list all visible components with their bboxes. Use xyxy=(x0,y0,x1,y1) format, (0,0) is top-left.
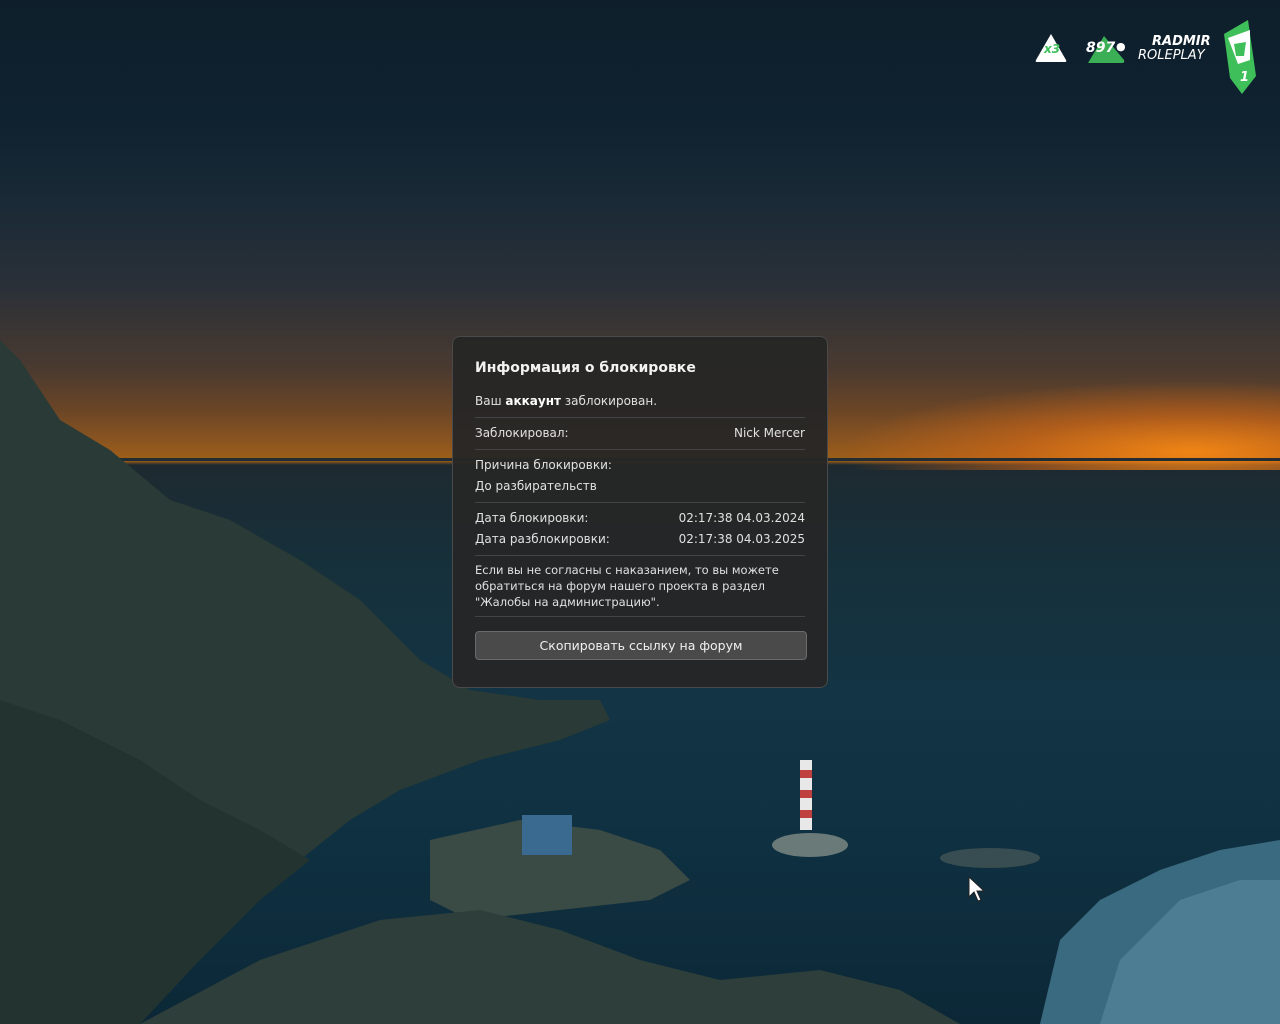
copy-forum-link-button[interactable]: Скопировать ссылку на форум xyxy=(475,631,807,660)
house xyxy=(522,815,572,855)
multiplier-badge: x3 xyxy=(1034,32,1068,66)
divider xyxy=(475,555,805,556)
blocked-by-label: Заблокировал: xyxy=(475,426,569,440)
logo-line2: ROLEPLAY xyxy=(1138,48,1205,63)
unban-date-row: Дата разблокировки: 02:17:38 04.03.2025 xyxy=(475,529,805,550)
lighthouse-rock xyxy=(772,833,848,857)
divider xyxy=(475,417,805,418)
divider xyxy=(475,449,805,450)
ban-date-value: 02:17:38 04.03.2024 xyxy=(678,511,805,525)
multiplier-text: x3 xyxy=(1044,42,1061,56)
divider xyxy=(475,616,805,617)
blocked-by-row: Заблокировал: Nick Mercer xyxy=(475,423,805,444)
dialog-title: Информация о блокировке xyxy=(475,360,696,376)
hud: x3 897 ● RADMIR ROLEPLAY 1 xyxy=(1034,20,1262,100)
unban-date-label: Дата разблокировки: xyxy=(475,532,610,546)
online-badge: 897 ● xyxy=(1086,34,1130,66)
logo-line1: RADMIR xyxy=(1152,34,1211,49)
radmir-logo: RADMIR ROLEPLAY 1 xyxy=(1138,20,1262,100)
ban-info-dialog: Информация о блокировке Ваш аккаунт забл… xyxy=(452,336,828,688)
ban-date-row: Дата блокировки: 02:17:38 04.03.2024 xyxy=(475,508,805,529)
ban-status: Ваш аккаунт заблокирован. xyxy=(475,394,658,408)
players-icon: ● xyxy=(1116,40,1126,53)
ban-date-label: Дата блокировки: xyxy=(475,511,589,525)
online-count: 897 xyxy=(1086,40,1116,56)
rocks xyxy=(940,848,1040,868)
mouse-cursor-icon xyxy=(968,876,986,902)
reason-label: Причина блокировки: xyxy=(475,458,612,472)
divider xyxy=(475,502,805,503)
unban-date-value: 02:17:38 04.03.2025 xyxy=(678,532,805,546)
server-number: 1 xyxy=(1240,70,1250,85)
reason-value: До разбирательств xyxy=(475,479,597,493)
blocked-by-value: Nick Mercer xyxy=(734,426,805,440)
appeal-notice: Если вы не согласны с наказанием, то вы … xyxy=(475,563,779,609)
shoreline xyxy=(140,910,960,1024)
